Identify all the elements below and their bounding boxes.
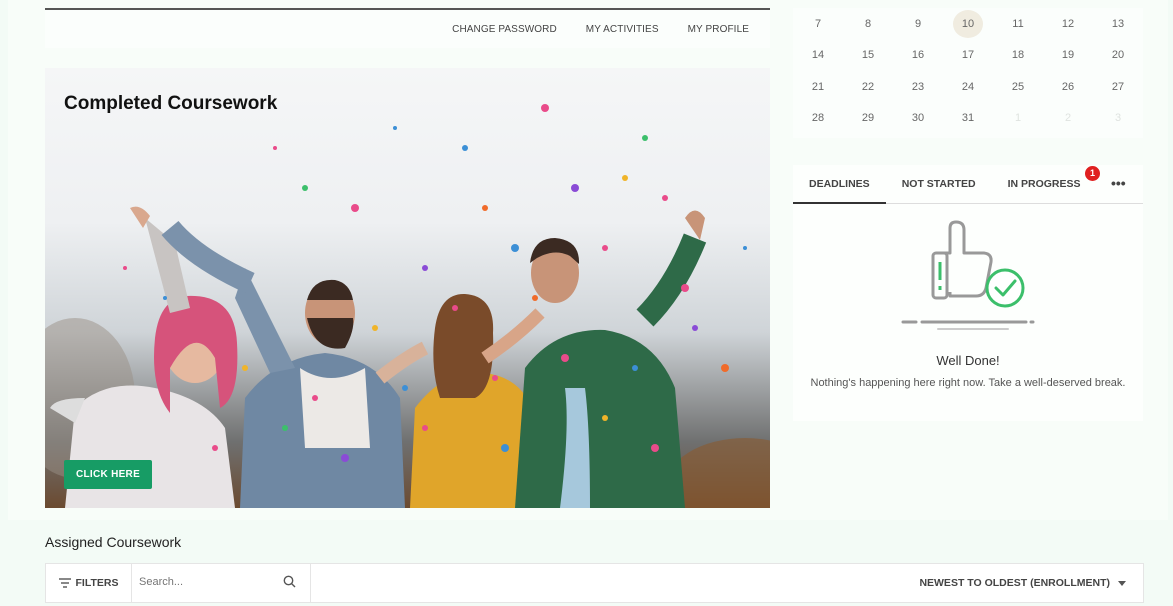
- my-profile-link[interactable]: MY PROFILE: [688, 24, 749, 35]
- empty-state-title: Well Done!: [936, 353, 1000, 368]
- top-nav: CHANGE PASSWORD MY ACTIVITIES MY PROFILE: [45, 8, 770, 48]
- click-here-button[interactable]: CLICK HERE: [64, 460, 152, 489]
- tab-deadlines[interactable]: DEADLINES: [793, 165, 886, 204]
- calendar-day[interactable]: 26: [1043, 73, 1093, 101]
- chevron-down-icon: [1118, 580, 1126, 586]
- calendar-day[interactable]: 25: [993, 73, 1043, 101]
- tab-not-started[interactable]: NOT STARTED: [886, 165, 992, 204]
- calendar-day-next-month[interactable]: 1: [993, 104, 1043, 132]
- more-icon[interactable]: •••: [1111, 175, 1126, 191]
- search-input[interactable]: [139, 563, 279, 601]
- calendar-day-today[interactable]: 10: [953, 9, 983, 38]
- sort-label: NEWEST TO OLDEST (ENROLLMENT): [919, 577, 1110, 589]
- calendar-day[interactable]: 12: [1043, 10, 1093, 38]
- calendar-day[interactable]: 28: [793, 104, 843, 132]
- calendar-day[interactable]: 31: [943, 104, 993, 132]
- calendar-week: 7 8 9 10 11 12 13: [793, 8, 1143, 40]
- calendar-day[interactable]: 8: [843, 10, 893, 38]
- calendar-day[interactable]: 22: [843, 73, 893, 101]
- change-password-link[interactable]: CHANGE PASSWORD: [452, 24, 557, 35]
- calendar-day[interactable]: 11: [993, 10, 1043, 38]
- empty-state-message: Nothing's happening here right now. Take…: [810, 377, 1126, 389]
- calendar-week: 14 15 16 17 18 19 20: [793, 40, 1143, 72]
- search-box: [132, 563, 311, 603]
- tasks-tabs: DEADLINES NOT STARTED IN PROGRESS 1 •••: [793, 165, 1143, 204]
- calendar-day[interactable]: 13: [1093, 10, 1143, 38]
- calendar-day[interactable]: 30: [893, 104, 943, 132]
- celebration-photo: [45, 104, 770, 508]
- calendar-day-next-month[interactable]: 3: [1093, 104, 1143, 132]
- thumbs-up-icon: [901, 220, 1035, 330]
- tasks-panel: DEADLINES NOT STARTED IN PROGRESS 1 ••• …: [793, 165, 1143, 421]
- calendar-day[interactable]: 18: [993, 41, 1043, 69]
- filters-button[interactable]: FILTERS: [46, 563, 132, 603]
- calendar-day[interactable]: 20: [1093, 41, 1143, 69]
- calendar: 7 8 9 10 11 12 13 14 15 16 17 18 19 20 2…: [793, 8, 1143, 138]
- in-progress-badge: 1: [1085, 166, 1100, 181]
- calendar-week: 28 29 30 31 1 2 3: [793, 103, 1143, 135]
- calendar-day[interactable]: 7: [793, 10, 843, 38]
- calendar-day[interactable]: 19: [1043, 41, 1093, 69]
- hero-banner: Completed Coursework CLICK HERE: [45, 68, 770, 508]
- sort-dropdown[interactable]: NEWEST TO OLDEST (ENROLLMENT): [919, 577, 1143, 589]
- calendar-day[interactable]: 15: [843, 41, 893, 69]
- filter-bar: FILTERS NEWEST TO OLDEST (ENROLLMENT): [45, 563, 1144, 603]
- filter-icon: [58, 578, 71, 588]
- assigned-coursework-title: Assigned Coursework: [45, 534, 182, 550]
- calendar-day-next-month[interactable]: 2: [1043, 104, 1093, 132]
- calendar-day[interactable]: 24: [943, 73, 993, 101]
- calendar-day[interactable]: 29: [843, 104, 893, 132]
- calendar-day[interactable]: 21: [793, 73, 843, 101]
- hero-title: Completed Coursework: [64, 93, 278, 114]
- tab-in-progress[interactable]: IN PROGRESS: [992, 165, 1097, 204]
- calendar-day[interactable]: 23: [893, 73, 943, 101]
- filters-label: FILTERS: [75, 577, 119, 589]
- my-activities-link[interactable]: MY ACTIVITIES: [586, 24, 659, 35]
- calendar-day[interactable]: 9: [893, 10, 943, 38]
- search-icon[interactable]: [283, 575, 296, 588]
- calendar-day[interactable]: 14: [793, 41, 843, 69]
- calendar-day[interactable]: 17: [943, 41, 993, 69]
- calendar-week: 21 22 23 24 25 26 27: [793, 71, 1143, 103]
- calendar-day[interactable]: 27: [1093, 73, 1143, 101]
- calendar-day[interactable]: 16: [893, 41, 943, 69]
